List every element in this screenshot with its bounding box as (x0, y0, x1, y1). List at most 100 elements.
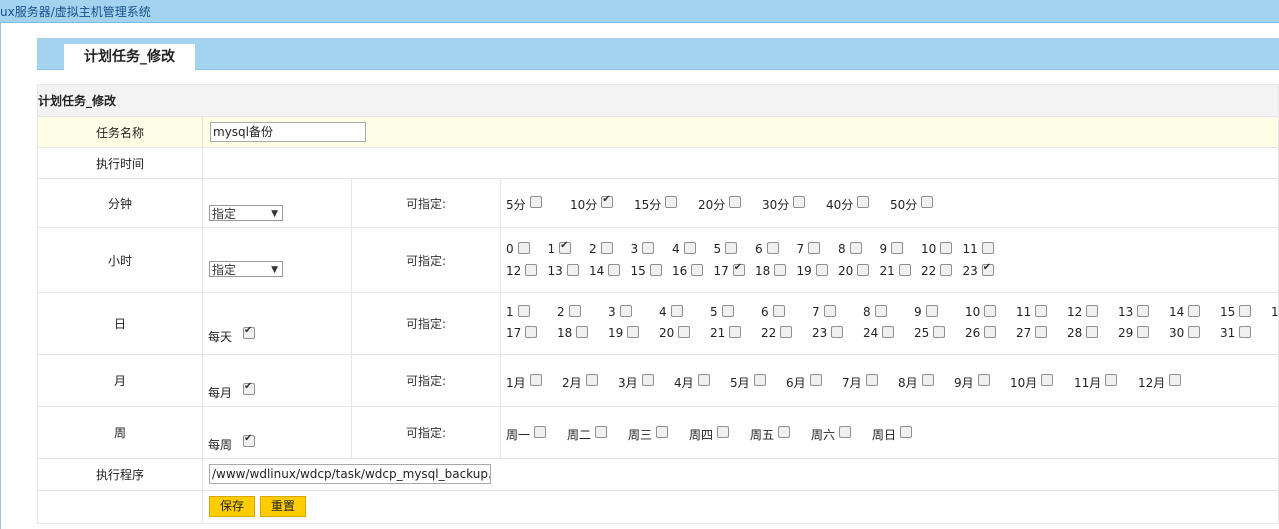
day-option-checkbox[interactable] (525, 326, 538, 338)
week-option-checkbox[interactable] (595, 426, 608, 438)
day-option-checkbox[interactable] (619, 305, 632, 317)
day-option-checkbox[interactable] (670, 305, 683, 317)
hour-option-checkbox[interactable] (566, 264, 579, 276)
hour-option-checkbox[interactable] (649, 264, 662, 276)
month-option-checkbox[interactable] (1041, 374, 1054, 386)
minute-option-checkbox[interactable] (529, 196, 542, 208)
save-button[interactable]: 保存 (209, 496, 255, 517)
day-option-checkbox[interactable] (1137, 305, 1150, 317)
month-option-checkbox[interactable] (809, 374, 822, 386)
week-option-checkbox[interactable] (656, 426, 669, 438)
day-option-checkbox[interactable] (729, 326, 742, 338)
hour-option-checkbox[interactable] (608, 264, 621, 276)
day-option-checkbox[interactable] (1035, 326, 1048, 338)
month-option-checkbox[interactable] (753, 374, 766, 386)
month-option-checkbox[interactable] (921, 374, 934, 386)
every-week-checkbox[interactable] (243, 433, 255, 447)
week-option-checkbox[interactable] (717, 426, 730, 438)
hour-option-checkbox[interactable] (774, 264, 787, 276)
month-option-checkbox[interactable] (641, 374, 654, 386)
day-option-checkbox[interactable] (1188, 326, 1201, 338)
hour-option-checkbox[interactable] (815, 264, 828, 276)
hour-option-checkbox[interactable] (898, 264, 911, 276)
day-option-checkbox[interactable] (1188, 305, 1201, 317)
minute-select[interactable]: 指定 ▼ (209, 205, 283, 221)
hour-option-checkbox[interactable] (732, 262, 745, 276)
day-option-checkbox[interactable] (627, 326, 640, 338)
week-option-checkbox[interactable] (900, 426, 913, 438)
month-option: 3月 (618, 374, 654, 391)
minute-option-checkbox[interactable] (601, 194, 614, 208)
hour-option-checkbox[interactable] (940, 264, 953, 276)
day-option-checkbox[interactable] (1239, 326, 1252, 338)
minute-option-checkbox[interactable] (665, 196, 678, 208)
month-option-checkbox[interactable] (529, 374, 542, 386)
minute-option-checkbox[interactable] (793, 196, 806, 208)
every-week-label: 每周 (208, 438, 233, 452)
hour-option-checkbox[interactable] (891, 242, 904, 254)
hour-option-label: 22 (921, 264, 937, 278)
day-option-checkbox[interactable] (1086, 326, 1099, 338)
day-option-checkbox[interactable] (678, 326, 691, 338)
hour-option-checkbox[interactable] (981, 242, 994, 254)
day-option-checkbox[interactable] (933, 326, 946, 338)
day-option-checkbox[interactable] (831, 326, 844, 338)
minute-option-checkbox[interactable] (729, 196, 742, 208)
week-option-checkbox[interactable] (534, 426, 547, 438)
reset-button[interactable]: 重置 (260, 496, 306, 517)
month-option-checkbox[interactable] (1169, 374, 1182, 386)
month-option-checkbox[interactable] (1105, 374, 1118, 386)
every-month-checkbox[interactable] (243, 381, 255, 395)
task-name-input[interactable]: mysql备份 (210, 122, 366, 142)
day-option-checkbox[interactable] (823, 305, 836, 317)
day-option-checkbox[interactable] (984, 305, 997, 317)
hour-option-checkbox[interactable] (525, 264, 538, 276)
week-option-checkbox[interactable] (839, 426, 852, 438)
hour-option-checkbox[interactable] (559, 240, 572, 254)
hour-option-checkbox[interactable] (940, 242, 953, 254)
hour-option-checkbox[interactable] (517, 242, 530, 254)
tab-task-edit[interactable]: 计划任务_修改 (64, 44, 195, 70)
every-day-checkbox[interactable] (243, 325, 255, 339)
minute-option-checkbox[interactable] (921, 196, 934, 208)
hour-option-checkbox[interactable] (808, 242, 821, 254)
program-input[interactable]: /www/wdlinux/wdcp/task/wdcp_mysql_backup… (209, 464, 491, 484)
day-option-checkbox[interactable] (772, 305, 785, 317)
day-option-checkbox[interactable] (576, 326, 589, 338)
day-option-checkbox[interactable] (874, 305, 887, 317)
week-option-checkbox[interactable] (778, 426, 791, 438)
hour-option-checkbox[interactable] (981, 262, 994, 276)
day-option: 29 (1118, 326, 1150, 340)
month-option-checkbox[interactable] (865, 374, 878, 386)
day-option-checkbox[interactable] (721, 305, 734, 317)
hour-option-checkbox[interactable] (725, 242, 738, 254)
day-option-checkbox[interactable] (568, 305, 581, 317)
month-option-checkbox[interactable] (585, 374, 598, 386)
hour-option-checkbox[interactable] (766, 242, 779, 254)
day-option-checkbox[interactable] (925, 305, 938, 317)
day-option-checkbox[interactable] (780, 326, 793, 338)
day-option-checkbox[interactable] (984, 326, 997, 338)
hour-label: 小时 (37, 227, 203, 293)
day-option-checkbox[interactable] (1137, 326, 1150, 338)
hour-option-checkbox[interactable] (691, 264, 704, 276)
day-option-checkbox[interactable] (1239, 305, 1252, 317)
month-option-checkbox[interactable] (977, 374, 990, 386)
month-option-label: 5月 (730, 376, 750, 390)
month-option-checkbox[interactable] (697, 374, 710, 386)
hour-option-checkbox[interactable] (849, 242, 862, 254)
day-option-checkbox[interactable] (882, 326, 895, 338)
day-option-checkbox[interactable] (1086, 305, 1099, 317)
day-option-checkbox[interactable] (517, 305, 530, 317)
day-option: 4 (659, 305, 683, 319)
hour-option-checkbox[interactable] (600, 242, 613, 254)
hour-option-checkbox[interactable] (857, 264, 870, 276)
hour-select[interactable]: 指定 ▼ (209, 261, 283, 277)
hour-option-checkbox[interactable] (683, 242, 696, 254)
minute-label: 分钟 (37, 178, 203, 228)
hour-option-checkbox[interactable] (642, 242, 655, 254)
minute-option-checkbox[interactable] (857, 196, 870, 208)
day-option-checkbox[interactable] (1035, 305, 1048, 317)
day-option-label: 7 (812, 305, 820, 319)
day-option: 27 (1016, 326, 1048, 340)
